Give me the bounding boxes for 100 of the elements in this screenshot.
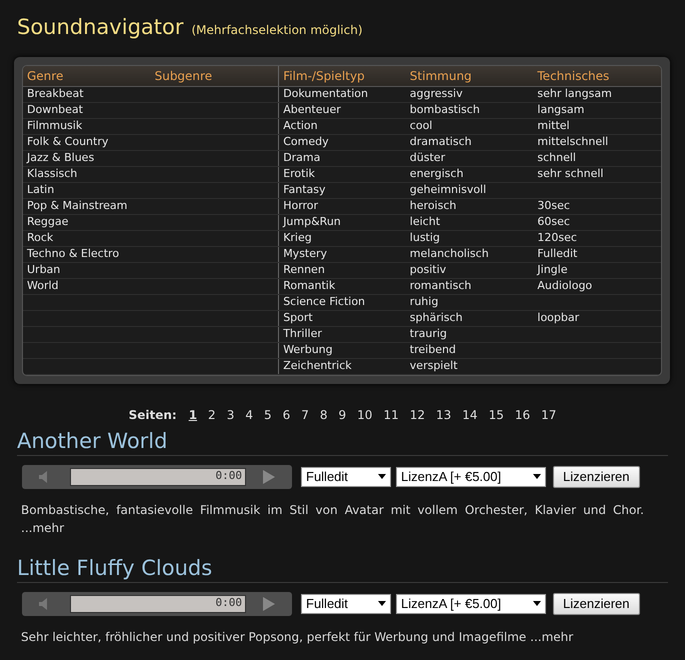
filter-option[interactable]: positiv (410, 262, 446, 278)
filter-option[interactable]: schnell (537, 150, 576, 166)
page-link[interactable]: 6 (282, 406, 290, 424)
license-button[interactable]: Lizenzieren (553, 466, 640, 488)
license-select[interactable]: LizenzA [+ €5.00] (396, 466, 546, 486)
filter-option[interactable]: 30sec (537, 198, 570, 214)
filter-option[interactable]: dramatisch (410, 134, 472, 150)
filter-option[interactable]: Downbeat (27, 102, 83, 118)
play-icon[interactable] (263, 470, 275, 484)
filter-option[interactable]: Erotik (283, 166, 315, 182)
filter-option[interactable]: geheimnisvoll (410, 182, 486, 198)
more-link[interactable]: ...mehr (530, 630, 574, 644)
filter-option[interactable]: energisch (410, 166, 464, 182)
filter-option[interactable]: Folk & Country (27, 134, 108, 150)
filter-option[interactable]: leicht (410, 214, 440, 230)
page-link[interactable]: 5 (264, 406, 272, 424)
filter-option[interactable]: Rock (27, 230, 54, 246)
filter-option[interactable]: Action (283, 118, 318, 134)
filter-option[interactable]: Reggae (27, 214, 68, 230)
filter-option[interactable]: heroisch (410, 198, 456, 214)
page-link[interactable]: 17 (541, 406, 556, 424)
time-display: 0:00 (216, 595, 242, 612)
page-link[interactable]: 12 (410, 406, 426, 424)
filter-option[interactable]: Sport (283, 310, 313, 326)
progress-track[interactable]: 0:00 (70, 468, 246, 486)
column-header: Genre (27, 68, 64, 84)
filter-option[interactable]: Horror (283, 198, 318, 214)
filter-option[interactable]: Drama (283, 150, 320, 166)
filter-option[interactable]: Thriller (283, 326, 322, 342)
filter-option[interactable]: Audiologo (537, 278, 592, 294)
filter-option[interactable]: Werbung (283, 342, 333, 358)
progress-track[interactable]: 0:00 (70, 594, 246, 612)
column-header: Stimmung (410, 68, 472, 84)
page-title: Soundnavigator (17, 14, 184, 41)
filter-option[interactable]: 120sec (537, 230, 577, 246)
time-display: 0:00 (216, 468, 242, 484)
filter-option[interactable]: Techno & Electro (27, 246, 120, 262)
filter-option[interactable]: Fulledit (537, 246, 578, 262)
filter-option[interactable]: Krieg (283, 230, 312, 246)
filter-option[interactable]: langsam (537, 102, 584, 118)
page-link[interactable]: 13 (436, 406, 452, 424)
filter-option[interactable]: Science Fiction (283, 294, 366, 310)
filter-option[interactable]: Klassisch (27, 166, 78, 182)
page-link[interactable]: 9 (338, 406, 346, 424)
filter-option[interactable]: Comedy (283, 134, 329, 150)
filter-option[interactable]: Dokumentation (283, 86, 368, 102)
filter-option[interactable]: lustig (410, 230, 440, 246)
page-link[interactable]: 14 (462, 406, 478, 424)
filter-option[interactable]: bombastisch (410, 102, 480, 118)
filter-option[interactable]: treibend (410, 342, 456, 358)
version-select[interactable]: Fulledit (301, 594, 391, 614)
version-select[interactable]: Fulledit (301, 466, 391, 486)
page-link[interactable]: 10 (357, 406, 372, 424)
filter-option[interactable]: aggressiv (410, 86, 463, 102)
filter-option[interactable]: sphärisch (410, 310, 463, 326)
filter-option[interactable]: 60sec (537, 214, 570, 230)
filter-option[interactable]: romantisch (410, 278, 472, 294)
filter-option[interactable]: Breakbeat (27, 86, 84, 102)
filter-option[interactable]: Jazz & Blues (27, 150, 94, 166)
filter-option[interactable]: Latin (27, 182, 54, 198)
track-title: Little Fluffy Clouds (17, 554, 668, 582)
audio-player[interactable]: 0:00 (22, 592, 292, 616)
filter-option[interactable]: melancholisch (410, 246, 489, 262)
play-icon[interactable] (263, 596, 275, 610)
filter-option[interactable]: ruhig (410, 294, 438, 310)
page-link[interactable]: 1 (188, 406, 198, 424)
filter-option[interactable]: Jingle (537, 262, 568, 278)
page-link[interactable]: 8 (320, 406, 328, 424)
filter-option[interactable]: verspielt (410, 358, 458, 374)
caret-icon (378, 474, 386, 479)
filter-option[interactable]: Zeichentrick (283, 358, 352, 374)
filter-option[interactable]: cool (410, 118, 432, 134)
filter-option[interactable]: World (27, 278, 59, 294)
page-link[interactable]: 15 (488, 406, 504, 424)
page-link[interactable]: 3 (226, 406, 234, 424)
filter-option[interactable]: sehr langsam (537, 86, 612, 102)
filter-option[interactable]: Jump&Run (283, 214, 341, 230)
filter-option[interactable]: Rennen (283, 262, 325, 278)
filter-option[interactable]: loopbar (537, 310, 580, 326)
page-link[interactable]: 11 (383, 406, 399, 424)
filter-option[interactable]: sehr schnell (537, 166, 604, 182)
filter-option[interactable]: mittelschnell (537, 134, 608, 150)
more-link[interactable]: ...mehr (21, 520, 64, 534)
page-link[interactable]: 16 (514, 406, 530, 424)
license-button[interactable]: Lizenzieren (553, 592, 640, 614)
audio-player[interactable]: 0:00 (22, 464, 292, 488)
filter-option[interactable]: düster (410, 150, 446, 166)
filter-option[interactable]: traurig (410, 326, 447, 342)
filter-option[interactable]: mittel (537, 118, 570, 134)
filter-option[interactable]: Mystery (283, 246, 328, 262)
filter-option[interactable]: Pop & Mainstream (27, 198, 128, 214)
license-select[interactable]: LizenzA [+ €5.00] (396, 594, 546, 614)
filter-option[interactable]: Filmmusik (27, 118, 82, 134)
filter-option[interactable]: Romantik (283, 278, 336, 294)
filter-option[interactable]: Abenteuer (283, 102, 341, 118)
filter-option[interactable]: Fantasy (283, 182, 326, 198)
page-link[interactable]: 7 (301, 406, 309, 424)
page-link[interactable]: 4 (245, 406, 253, 424)
page-link[interactable]: 2 (208, 406, 216, 424)
filter-option[interactable]: Urban (27, 262, 60, 278)
